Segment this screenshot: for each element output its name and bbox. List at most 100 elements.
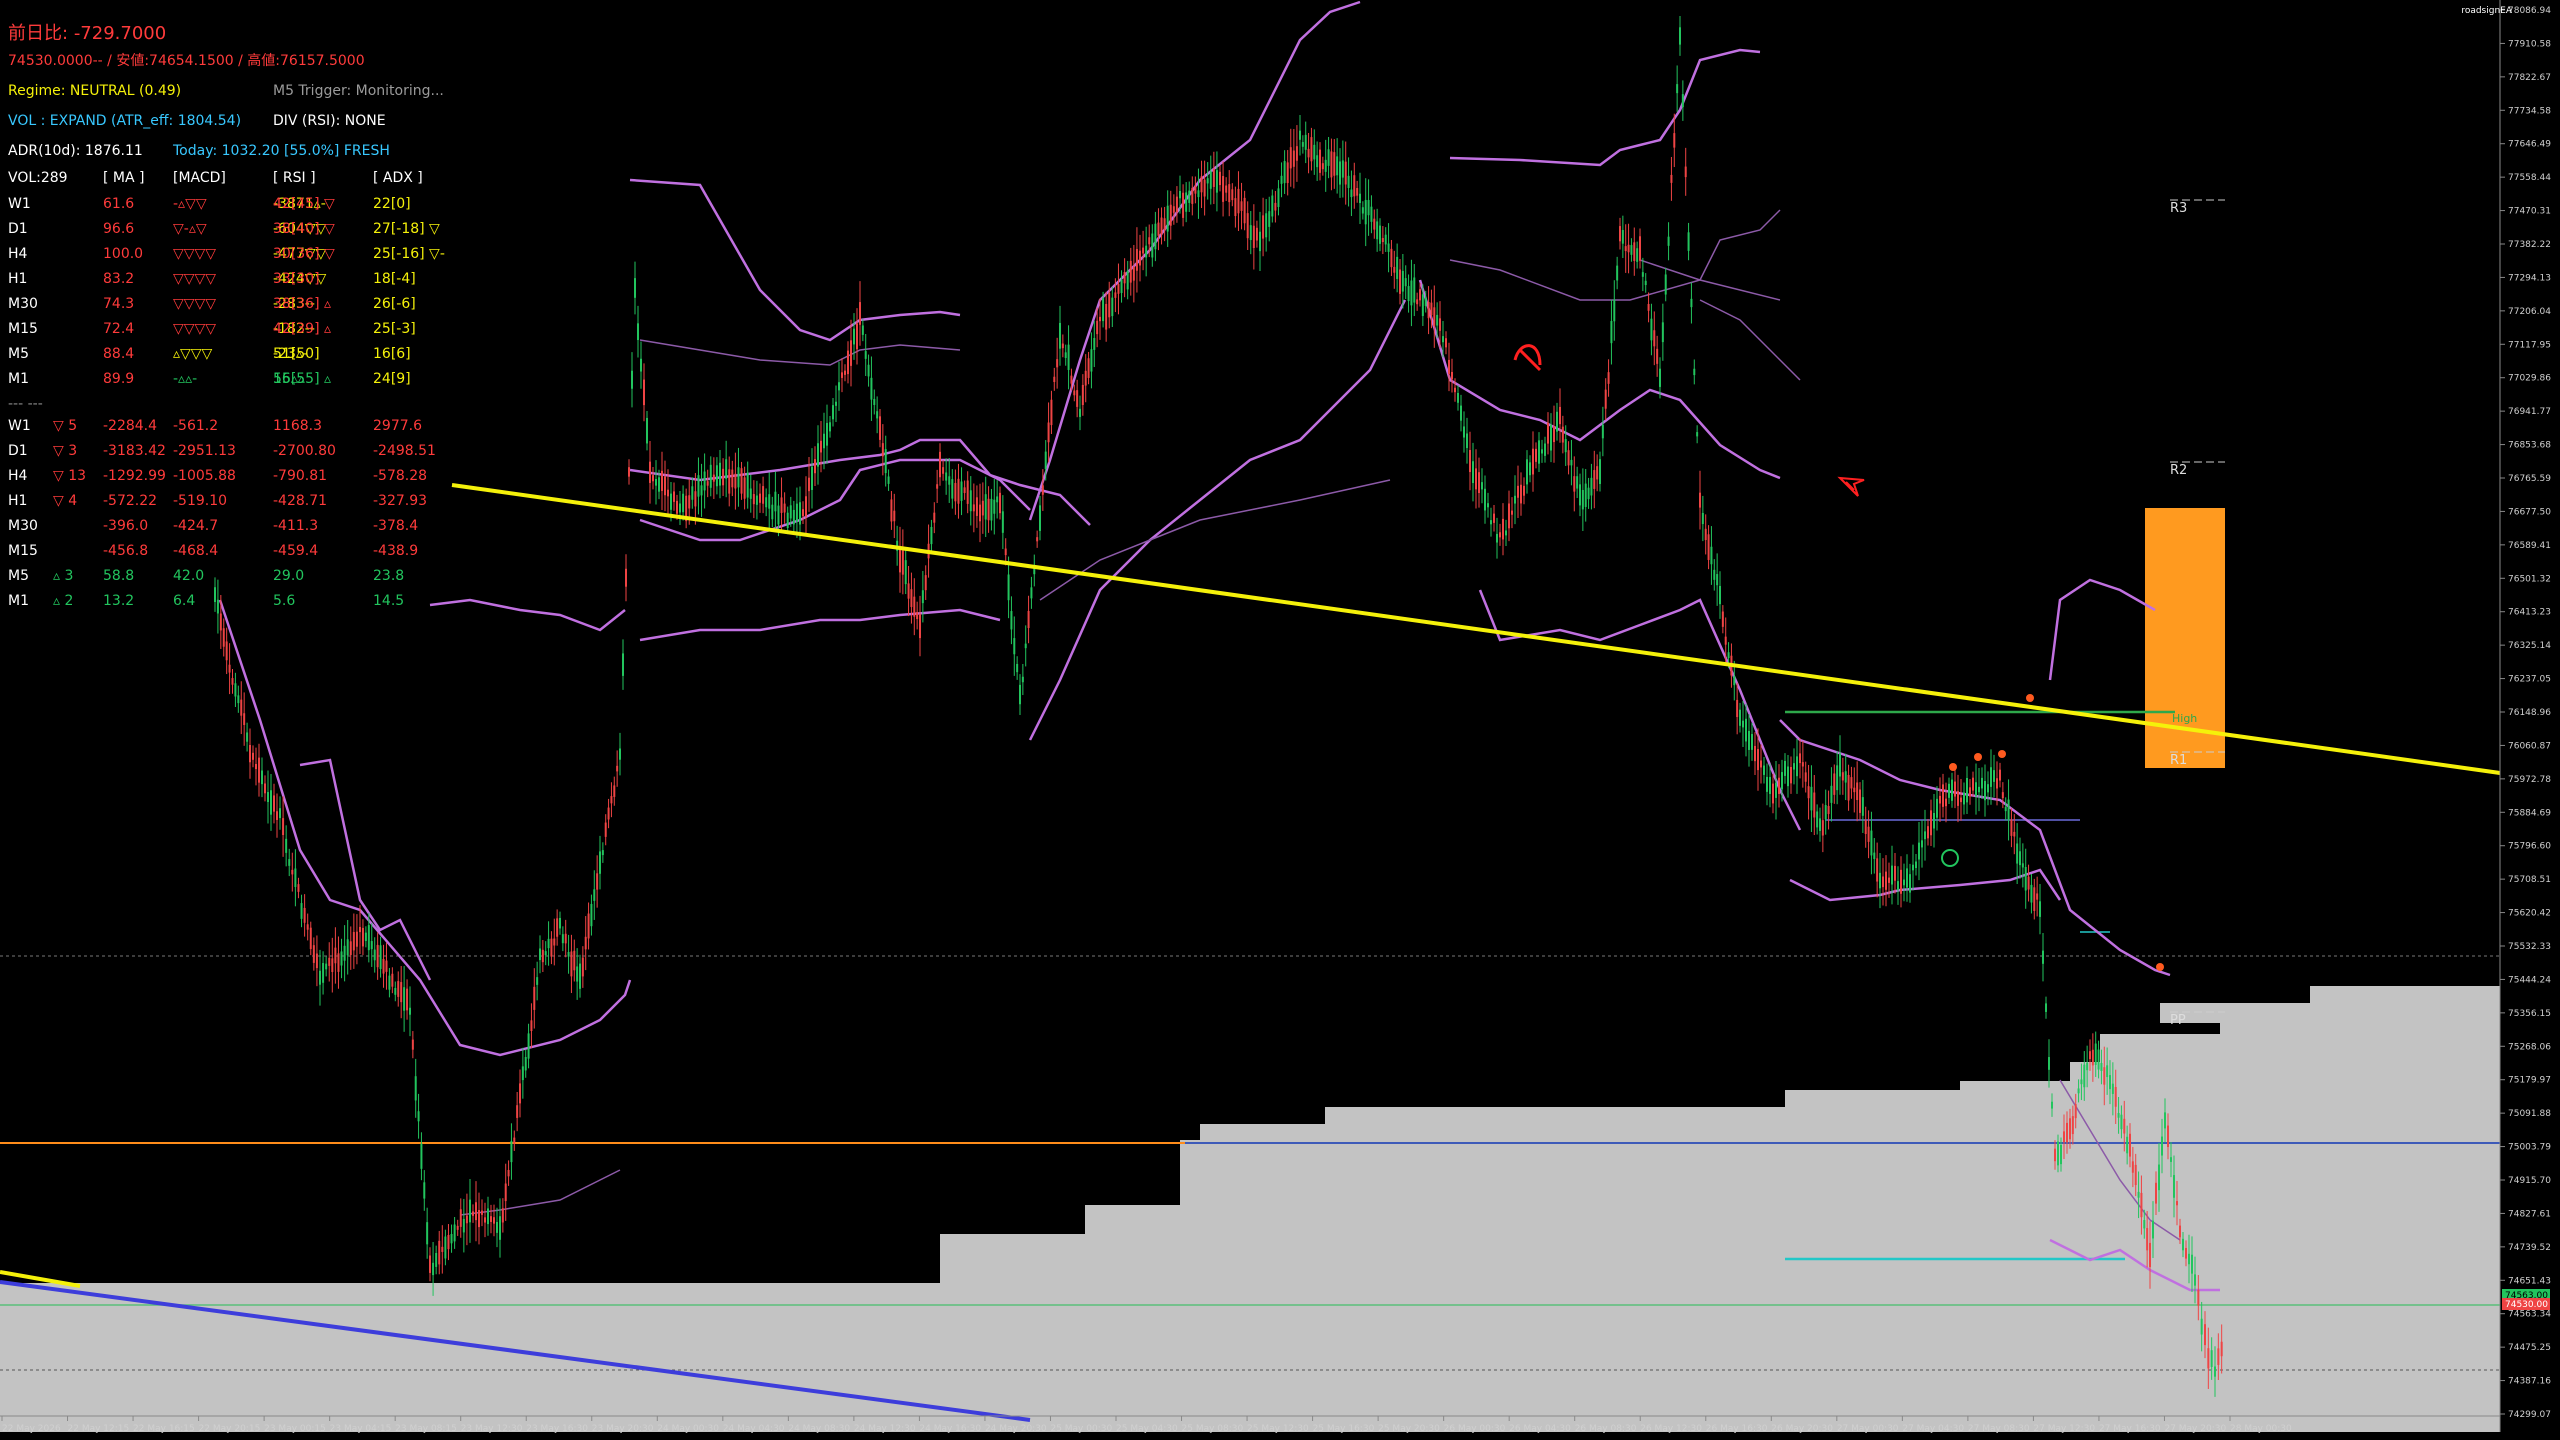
candle-body <box>2074 1104 2077 1119</box>
candle-body <box>1407 286 1410 302</box>
price-tick-label: 77206.04 <box>2508 307 2551 317</box>
candle-body <box>539 948 541 961</box>
candle-body <box>1721 611 1724 627</box>
candle-body <box>1751 734 1753 750</box>
candle-body <box>1567 450 1570 466</box>
range-cell: -578.28 <box>373 468 428 484</box>
candle-body <box>805 496 807 517</box>
candle-body <box>459 1209 462 1227</box>
candle-body <box>1984 780 1986 801</box>
candle-body <box>2080 1079 2083 1085</box>
candle-body <box>1021 676 1024 683</box>
range-row-m30-cell: M30 <box>8 518 38 534</box>
candle-body <box>712 474 715 482</box>
candle-body <box>447 1234 450 1250</box>
price-tick-label: 74915.70 <box>2508 1176 2551 1186</box>
candle-body <box>1396 256 1399 279</box>
candle-body <box>294 868 297 888</box>
candle-body <box>1030 587 1033 599</box>
candle-body <box>394 987 397 995</box>
candle-body <box>2048 1057 2050 1070</box>
candle-body <box>616 765 619 772</box>
candle-body <box>319 970 321 985</box>
range-cell: 14.5 <box>373 593 405 609</box>
candle-body <box>406 988 409 1011</box>
price-tick-label: 75356.15 <box>2508 1009 2551 1019</box>
candle-body <box>676 500 678 514</box>
range-row-m5-cell: M5 <box>8 568 29 584</box>
mtf-row-h1-cell: 33[30] <box>273 271 320 287</box>
candle-body <box>1990 767 1992 787</box>
candle-body <box>1523 485 1525 496</box>
candle-body <box>780 497 783 513</box>
candle-body <box>1361 207 1364 214</box>
candle-body <box>719 462 721 486</box>
price-tick-label: 74563.34 <box>2508 1310 2551 1320</box>
mtf-row-m1-cell: 56[55] ▵ <box>273 371 332 387</box>
candle-body <box>270 790 272 815</box>
candle-body <box>1310 137 1313 162</box>
mtf-row-d1-cell: 96.6 <box>103 221 135 237</box>
candle-body <box>2042 950 2044 964</box>
candle-body <box>1502 518 1504 540</box>
candle-body <box>1478 472 1480 494</box>
candle-body <box>1145 245 1148 258</box>
candle-body <box>1535 448 1537 462</box>
candle-body <box>1912 864 1914 871</box>
candle-body <box>1933 812 1935 829</box>
pivot-r2-label: R2 <box>2170 463 2187 478</box>
candle-body <box>1739 709 1741 726</box>
price-chart[interactable]: R3 R2 R1 PP High 78086.94 77910.58 77822.67 777… <box>0 0 2560 1440</box>
time-tick-label: 24 May 20:30 <box>985 1424 1047 1434</box>
candle-body <box>856 323 858 350</box>
candle-body <box>921 590 924 604</box>
candle-body <box>1529 462 1531 476</box>
candle-body <box>884 449 887 474</box>
adx-cell: 16[6] <box>373 346 411 362</box>
price-tick-label: 76325.14 <box>2508 641 2551 651</box>
mtf-row-m30-cell: ▽▽▽▽ <box>173 296 217 312</box>
range-row-m1-cell: 6.4 <box>173 593 196 609</box>
candle-body <box>1859 789 1861 813</box>
time-tick-label: 27 May 08:30 <box>1968 1424 2030 1434</box>
candle-body <box>478 1209 480 1228</box>
candle-body <box>576 966 579 982</box>
pivot-pp-label: PP <box>2170 1013 2186 1028</box>
candle-body <box>1209 171 1212 189</box>
candle-body <box>1191 187 1194 204</box>
candle-body <box>587 913 590 939</box>
candle-body <box>910 589 913 608</box>
candle-body <box>456 1225 459 1230</box>
candle-body <box>2063 1131 2065 1143</box>
signal-dot <box>1974 753 1982 761</box>
candle-body <box>1243 197 1246 224</box>
candle-body <box>1424 297 1427 306</box>
candle-body <box>1836 765 1839 791</box>
candle-body <box>1001 511 1004 533</box>
candle-body <box>1850 777 1853 789</box>
price-tick-label: 75268.06 <box>2508 1042 2551 1052</box>
candle-body <box>916 612 919 620</box>
candle-body <box>1079 408 1081 417</box>
candle-body <box>749 488 752 499</box>
candle-body <box>844 370 846 375</box>
range-row-h4-cell: ▽ 13 <box>53 468 87 484</box>
range-row-h4-cell: -1005.88 <box>173 468 236 484</box>
candle-body <box>646 417 648 444</box>
candle-body <box>2210 1350 2213 1367</box>
buy-signal-icon <box>1941 849 1959 867</box>
envelope-band <box>1449 48 1761 167</box>
candle-body <box>1102 298 1105 322</box>
candle-body <box>1713 569 1716 580</box>
candle-body <box>519 1083 521 1104</box>
candle-body <box>1891 865 1893 885</box>
candle-body <box>1081 384 1084 405</box>
candle-body <box>1430 302 1433 316</box>
candle-body <box>510 1140 513 1163</box>
envelope-band <box>639 608 1001 642</box>
candle-body <box>1255 227 1258 241</box>
candle-body <box>1179 191 1181 199</box>
signal-dot <box>1998 750 2006 758</box>
candle-body <box>1139 250 1141 266</box>
candle-body <box>1390 248 1393 268</box>
